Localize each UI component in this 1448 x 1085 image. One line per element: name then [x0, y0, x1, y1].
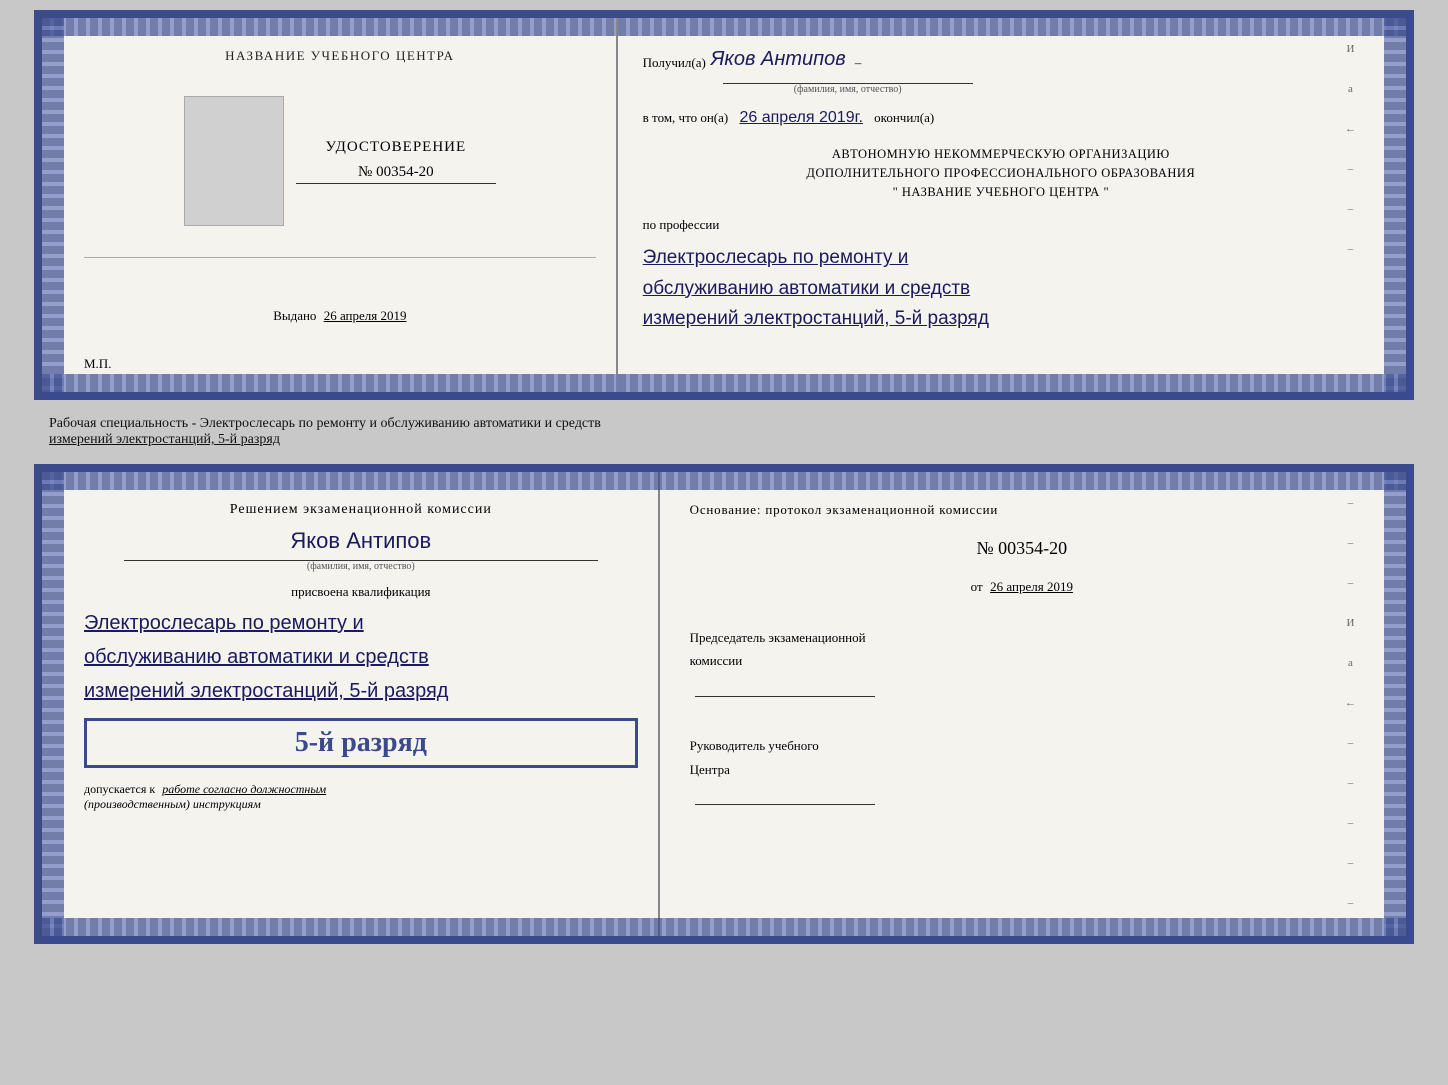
- recipient-row: Получил(а) Яков Антипов –: [643, 48, 1359, 71]
- deco-arrow: ←: [1345, 123, 1356, 135]
- bottom-deco-dash5: –: [1348, 777, 1354, 789]
- allowed-text2: (производственным) инструкциям: [84, 797, 638, 812]
- basis-text: Основание: протокол экзаменационной коми…: [690, 502, 1354, 518]
- date-line: в том, что он(а) 26 апреля 2019г. окончи…: [643, 109, 1359, 127]
- bottom-deco-arrow: ←: [1345, 697, 1356, 709]
- cert-main-info: УДОСТОВЕРЕНИЕ № 00354-20: [296, 139, 496, 184]
- manager-title2: Центра: [690, 758, 1354, 781]
- bottom-left-panel: Решением экзаменационной комиссии Яков А…: [64, 472, 660, 936]
- manager-title: Руководитель учебного: [690, 734, 1354, 757]
- bottom-deco-dash8: –: [1348, 897, 1354, 909]
- document-container: НАЗВАНИЕ УЧЕБНОГО ЦЕНТРА УДОСТОВЕРЕНИЕ №…: [34, 10, 1414, 944]
- bottom-right-panel: Основание: протокол экзаменационной коми…: [660, 472, 1384, 936]
- qualification-block: Электрослесарь по ремонту и обслуживанию…: [84, 606, 638, 708]
- bottom-left-border: [42, 472, 64, 936]
- cert-issued: Выдано 26 апреля 2019: [273, 308, 406, 324]
- top-left-panel: НАЗВАНИЕ УЧЕБНОГО ЦЕНТРА УДОСТОВЕРЕНИЕ №…: [64, 18, 618, 392]
- deco-dash1: –: [1348, 163, 1354, 175]
- bottom-person-name: Яков Антипов: [84, 528, 638, 554]
- commission-title: Решением экзаменационной комиссии: [84, 502, 638, 518]
- bottom-deco-dash6: –: [1348, 817, 1354, 829]
- manager-sig-line: [695, 804, 875, 805]
- org-text: АВТОНОМНУЮ НЕКОММЕРЧЕСКУЮ ОРГАНИЗАЦИЮ ДО…: [643, 145, 1359, 201]
- qual-line3: измерений электростанций, 5-й разряд: [84, 674, 638, 708]
- bottom-document: Решением экзаменационной комиссии Яков А…: [34, 464, 1414, 944]
- assigned-text: присвоена квалификация: [84, 584, 638, 600]
- dash-label: –: [855, 55, 862, 71]
- deco-dash3: –: [1348, 243, 1354, 255]
- cert-title: УДОСТОВЕРЕНИЕ: [326, 139, 467, 156]
- bottom-deco-dash3: –: [1348, 577, 1354, 589]
- bottom-deco-i: И: [1347, 617, 1355, 629]
- allowed-block: допускается к работе согласно должностны…: [84, 782, 638, 812]
- protocol-date: от 26 апреля 2019: [690, 579, 1354, 596]
- top-document: НАЗВАНИЕ УЧЕБНОГО ЦЕНТРА УДОСТОВЕРЕНИЕ №…: [34, 10, 1414, 400]
- profession-block: Электрослесарь по ремонту и обслуживанию…: [643, 243, 1359, 334]
- deco-a: а: [1348, 83, 1353, 95]
- recipient-name: Яков Антипов: [711, 48, 846, 71]
- cert-date: 26 апреля 2019г.: [739, 109, 862, 126]
- top-right-panel: Получил(а) Яков Антипов – (фамилия, имя,…: [618, 18, 1384, 392]
- bottom-deco-dash4: –: [1348, 737, 1354, 749]
- deco-i: И: [1347, 43, 1355, 55]
- chairman-block: Председатель экзаменационной комиссии: [690, 626, 1354, 704]
- profession-line1: Электрослесарь по ремонту и: [643, 243, 1359, 273]
- grade-text: 5-й разряд: [97, 727, 625, 759]
- profession-line3: измерений электростанций, 5-й разряд: [643, 304, 1359, 334]
- profession-line2: обслуживанию автоматики и средств: [643, 274, 1359, 304]
- protocol-date-value: 26 апреля 2019: [990, 579, 1073, 594]
- issued-date: 26 апреля 2019: [324, 308, 407, 323]
- org-line3: " НАЗВАНИЕ УЧЕБНОГО ЦЕНТРА ": [643, 183, 1359, 202]
- fio-label-top: (фамилия, имя, отчество): [723, 83, 973, 95]
- finished-label: окончил(а): [874, 110, 934, 125]
- grade-badge: 5-й разряд: [84, 718, 638, 768]
- middle-text-area: Рабочая специальность - Электрослесарь п…: [34, 408, 1414, 456]
- org-line2: ДОПОЛНИТЕЛЬНОГО ПРОФЕССИОНАЛЬНОГО ОБРАЗО…: [643, 164, 1359, 183]
- right-border-stripe: [1384, 18, 1406, 392]
- protocol-number: № 00354-20: [690, 538, 1354, 559]
- cert-photo: [184, 96, 284, 226]
- deco-right: И а ← – – –: [1345, 43, 1356, 255]
- deco-dash2: –: [1348, 203, 1354, 215]
- received-label: Получил(а): [643, 55, 706, 71]
- in-that-label: в том, что он(а): [643, 110, 729, 125]
- bottom-deco-right: – – – И а ← – – – – –: [1345, 497, 1356, 909]
- cert-number: № 00354-20: [296, 164, 496, 184]
- bottom-deco-dash1: –: [1348, 497, 1354, 509]
- chairman-title2: комиссии: [690, 649, 1354, 672]
- left-border-stripe: [42, 18, 64, 392]
- bottom-right-border: [1384, 472, 1406, 936]
- middle-line1: Рабочая специальность - Электрослесарь п…: [49, 416, 1399, 432]
- allowed-text: работе согласно должностным: [162, 782, 326, 796]
- bottom-fio-label: (фамилия, имя, отчество): [124, 560, 598, 572]
- cert-mp: М.П.: [84, 356, 111, 372]
- bottom-deco-a: а: [1348, 657, 1353, 669]
- issued-label: Выдано: [273, 308, 316, 323]
- chairman-title: Председатель экзаменационной: [690, 626, 1354, 649]
- allowed-label: допускается к: [84, 782, 155, 796]
- manager-block: Руководитель учебного Центра: [690, 734, 1354, 812]
- profession-label: по профессии: [643, 217, 1359, 233]
- qual-line2: обслуживанию автоматики и средств: [84, 640, 638, 674]
- chairman-sig-line: [695, 696, 875, 697]
- middle-line2: измерений электростанций, 5-й разряд: [49, 432, 1399, 448]
- qual-line1: Электрослесарь по ремонту и: [84, 606, 638, 640]
- bottom-deco-dash7: –: [1348, 857, 1354, 869]
- date-prefix: от: [971, 579, 983, 594]
- org-line1: АВТОНОМНУЮ НЕКОММЕРЧЕСКУЮ ОРГАНИЗАЦИЮ: [643, 145, 1359, 164]
- top-left-title: НАЗВАНИЕ УЧЕБНОГО ЦЕНТРА: [225, 48, 454, 64]
- bottom-deco-dash2: –: [1348, 537, 1354, 549]
